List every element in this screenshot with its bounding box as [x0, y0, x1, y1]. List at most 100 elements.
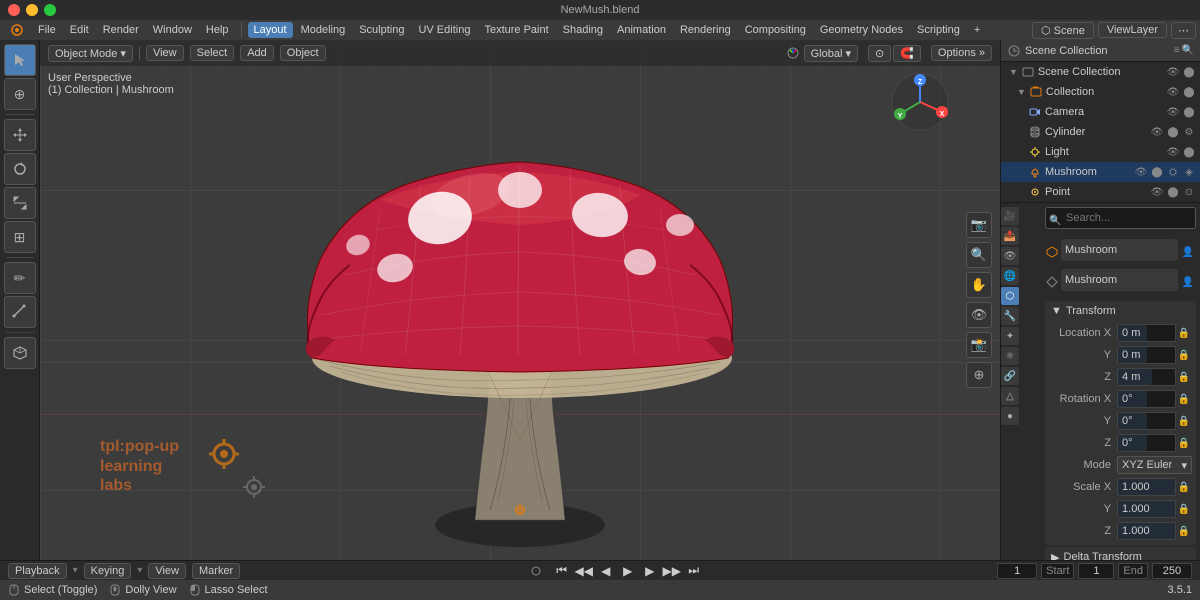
properties-search[interactable] [1045, 207, 1196, 229]
jump-to-start[interactable]: ⏮ [552, 561, 572, 581]
render-icon[interactable]: ⬤ [1166, 185, 1180, 199]
menu-render[interactable]: Render [97, 22, 145, 38]
prop-tab-output[interactable]: 📤 [1001, 227, 1019, 245]
transform-global[interactable]: Global ▾ [804, 45, 858, 62]
scale-x-value[interactable]: 1.000 [1117, 478, 1176, 496]
rotation-mode-select[interactable]: XYZ Euler ▾ [1117, 456, 1192, 474]
options-button[interactable]: Options » [931, 45, 992, 61]
render-icon[interactable]: ⬤ [1150, 165, 1164, 179]
eye-icon[interactable]: 👁 [1166, 85, 1180, 99]
eye-icon[interactable]: 👁 [1150, 185, 1164, 199]
rotation-x-value[interactable]: 0° [1117, 390, 1176, 408]
location-z-value[interactable]: 4 m [1117, 368, 1176, 386]
render-icon[interactable]: ⬤ [1182, 145, 1196, 159]
object-mode-selector[interactable]: Object Mode ▾ [48, 45, 133, 62]
location-y-lock[interactable]: 🔒 [1176, 347, 1192, 363]
start-frame-input[interactable]: 1 [1078, 563, 1114, 579]
viewport[interactable]: Object Mode ▾ View Select Add Object Glo… [40, 40, 1000, 560]
proportional-editing[interactable]: ⊙ [868, 45, 891, 62]
view-gizmo[interactable]: 👁 [966, 302, 992, 328]
render-icon[interactable]: ⬤ [1166, 125, 1180, 139]
filter-icon[interactable]: ≡ [1174, 45, 1180, 56]
render-icon[interactable]: ⬤ [1182, 105, 1196, 119]
navigation-gizmo[interactable]: Z X Y [890, 72, 950, 132]
tool-move[interactable] [4, 119, 36, 151]
zoom-in-gizmo[interactable]: 🔍 [966, 242, 992, 268]
next-keyframe[interactable]: ▶▶ [662, 561, 682, 581]
view-layer-selector[interactable]: ViewLayer [1098, 22, 1167, 38]
outliner-light[interactable]: Light 👁 ⬤ [1001, 142, 1200, 162]
workspace-layout[interactable]: Layout [248, 22, 293, 38]
workspace-uv-editing[interactable]: UV Editing [412, 22, 476, 38]
prop-tab-view[interactable]: 👁 [1001, 247, 1019, 265]
mesh-name-input[interactable] [1065, 274, 1174, 286]
menu-blender[interactable] [4, 21, 30, 39]
tool-measure[interactable] [4, 296, 36, 328]
scale-x-lock[interactable]: 🔒 [1176, 479, 1192, 495]
select-menu[interactable]: Select [190, 45, 235, 61]
rotation-z-lock[interactable]: 🔒 [1176, 435, 1192, 451]
eye-icon[interactable]: 👁 [1134, 165, 1148, 179]
outliner-scene-collection[interactable]: ▼ Scene Collection 👁 ⬤ [1001, 62, 1200, 82]
prop-tab-particles[interactable]: ✦ [1001, 327, 1019, 345]
prop-tab-scene[interactable]: 🌐 [1001, 267, 1019, 285]
workspace-scripting[interactable]: Scripting [911, 22, 966, 38]
outliner-mushroom[interactable]: Mushroom 👁 ⬤ ⛭ ◈ [1001, 162, 1200, 182]
close-button[interactable] [8, 4, 20, 16]
prop-tab-render[interactable]: 🎥 [1001, 207, 1019, 225]
location-y-value[interactable]: 0 m [1117, 346, 1176, 364]
prop-tab-constraints[interactable]: 🔗 [1001, 367, 1019, 385]
tool-scale[interactable] [4, 187, 36, 219]
workspace-animation[interactable]: Animation [611, 22, 672, 38]
outliner-cylinder[interactable]: Cylinder 👁 ⬤ ⚙ [1001, 122, 1200, 142]
outliner-camera[interactable]: Camera 👁 ⬤ [1001, 102, 1200, 122]
location-x-lock[interactable]: 🔒 [1176, 325, 1192, 341]
camera-gizmo[interactable]: 📷 [966, 212, 992, 238]
play-button[interactable]: ▶ [618, 561, 638, 581]
outliner-point[interactable]: Point 👁 ⬤ ⊙ [1001, 182, 1200, 202]
workspace-modeling[interactable]: Modeling [295, 22, 352, 38]
scene-collection-collapse[interactable]: ▼ [1009, 67, 1018, 77]
view-menu[interactable]: View [146, 45, 184, 61]
workspace-shading[interactable]: Shading [557, 22, 609, 38]
render-icon[interactable]: ⬤ [1182, 85, 1196, 99]
eye-icon[interactable]: 👁 [1166, 145, 1180, 159]
render-icon[interactable]: ⬤ [1182, 65, 1196, 79]
prop-tab-modifiers[interactable]: 🔧 [1001, 307, 1019, 325]
workspace-add[interactable]: + [968, 22, 986, 38]
tool-add-cube[interactable] [4, 337, 36, 369]
tool-cursor[interactable]: ⊕ [4, 78, 36, 110]
step-forward[interactable]: ▶ [640, 561, 660, 581]
snap-toggle[interactable]: 🧲 [893, 45, 921, 62]
step-back[interactable]: ◀ [596, 561, 616, 581]
current-frame-input[interactable]: 1 [997, 563, 1037, 579]
menu-file[interactable]: File [32, 22, 62, 38]
delta-transform-header[interactable]: ▶ Delta Transform [1045, 547, 1196, 560]
prop-tab-physics[interactable]: ⚛ [1001, 347, 1019, 365]
workspace-compositing[interactable]: Compositing [739, 22, 812, 38]
mesh-name-field[interactable] [1061, 269, 1178, 291]
workspace-texture-paint[interactable]: Texture Paint [478, 22, 554, 38]
playback-menu[interactable]: Playback [8, 563, 67, 579]
prev-keyframe[interactable]: ◀◀ [574, 561, 594, 581]
add-menu[interactable]: Add [240, 45, 274, 61]
rotation-z-value[interactable]: 0° [1117, 434, 1176, 452]
tool-rotate[interactable] [4, 153, 36, 185]
tool-select[interactable] [4, 44, 36, 76]
jump-to-end[interactable]: ⏭ [684, 561, 704, 581]
tool-transform[interactable]: ⊞ [4, 221, 36, 253]
menu-help[interactable]: Help [200, 22, 235, 38]
outliner-search[interactable]: 🔍 [1182, 45, 1194, 56]
scale-y-value[interactable]: 1.000 [1117, 500, 1176, 518]
transform-header[interactable]: ▼ Transform [1045, 301, 1196, 321]
more-options[interactable]: ⋯ [1171, 22, 1196, 39]
collection-collapse[interactable]: ▼ [1017, 87, 1026, 97]
end-frame-input[interactable]: 250 [1152, 563, 1192, 579]
marker-menu[interactable]: Marker [192, 563, 240, 579]
location-z-lock[interactable]: 🔒 [1176, 369, 1192, 385]
location-x-value[interactable]: 0 m [1117, 324, 1176, 342]
eye-icon[interactable]: 👁 [1166, 105, 1180, 119]
pan-gizmo[interactable]: ✋ [966, 272, 992, 298]
scale-z-value[interactable]: 1.000 [1117, 522, 1176, 540]
keying-dropdown[interactable]: ▾ [137, 565, 142, 576]
